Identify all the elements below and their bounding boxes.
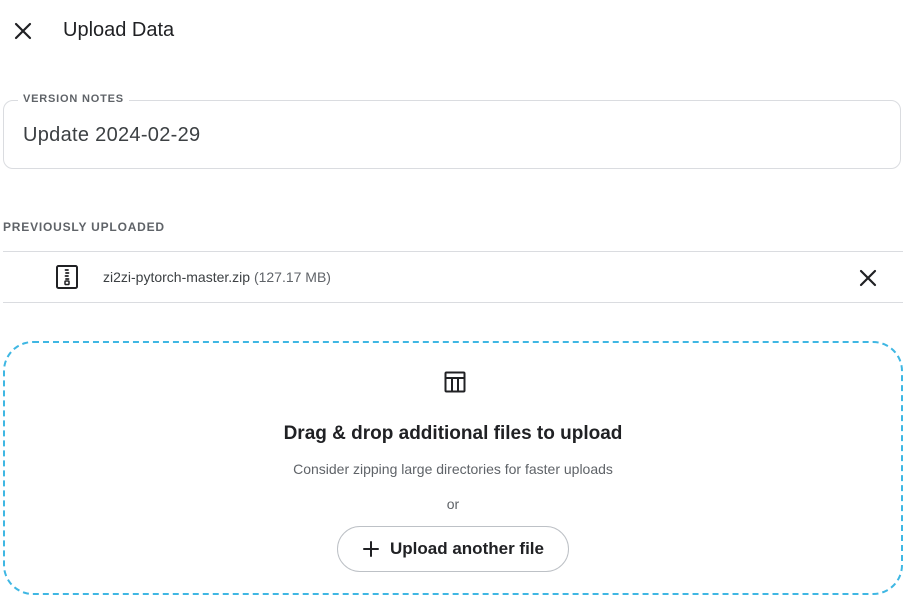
page-title: Upload Data (63, 19, 175, 41)
close-icon (14, 22, 32, 40)
uploaded-file-row: zi2zi-pytorch-master.zip (127.17 MB) (3, 251, 903, 303)
table-icon (444, 371, 466, 393)
remove-file-button[interactable] (854, 264, 882, 292)
file-dropzone[interactable]: Drag & drop additional files to upload C… (3, 341, 903, 595)
previously-uploaded-label: PREVIOUSLY UPLOADED (3, 220, 165, 234)
close-icon (859, 269, 877, 287)
upload-another-file-button[interactable]: Upload another file (337, 526, 569, 572)
plus-icon (363, 541, 380, 557)
dropzone-subtitle: Consider zipping large directories for f… (293, 461, 613, 477)
dialog-header: Upload Data (0, 0, 911, 62)
version-notes-input[interactable] (23, 124, 883, 147)
version-notes-field[interactable]: VERSION NOTES (3, 93, 901, 169)
file-size: (127.17 MB) (253, 269, 331, 285)
dropzone-or-text: or (446, 496, 460, 512)
file-name-text: zi2zi-pytorch-master.zip (127.17 MB) (103, 269, 331, 285)
version-notes-label: VERSION NOTES (18, 93, 129, 105)
zip-file-icon (56, 265, 78, 289)
dropzone-title: Drag & drop additional files to upload (283, 423, 623, 444)
file-name: zi2zi-pytorch-master.zip (103, 269, 251, 285)
upload-button-label: Upload another file (390, 539, 544, 558)
close-button[interactable] (9, 17, 37, 45)
